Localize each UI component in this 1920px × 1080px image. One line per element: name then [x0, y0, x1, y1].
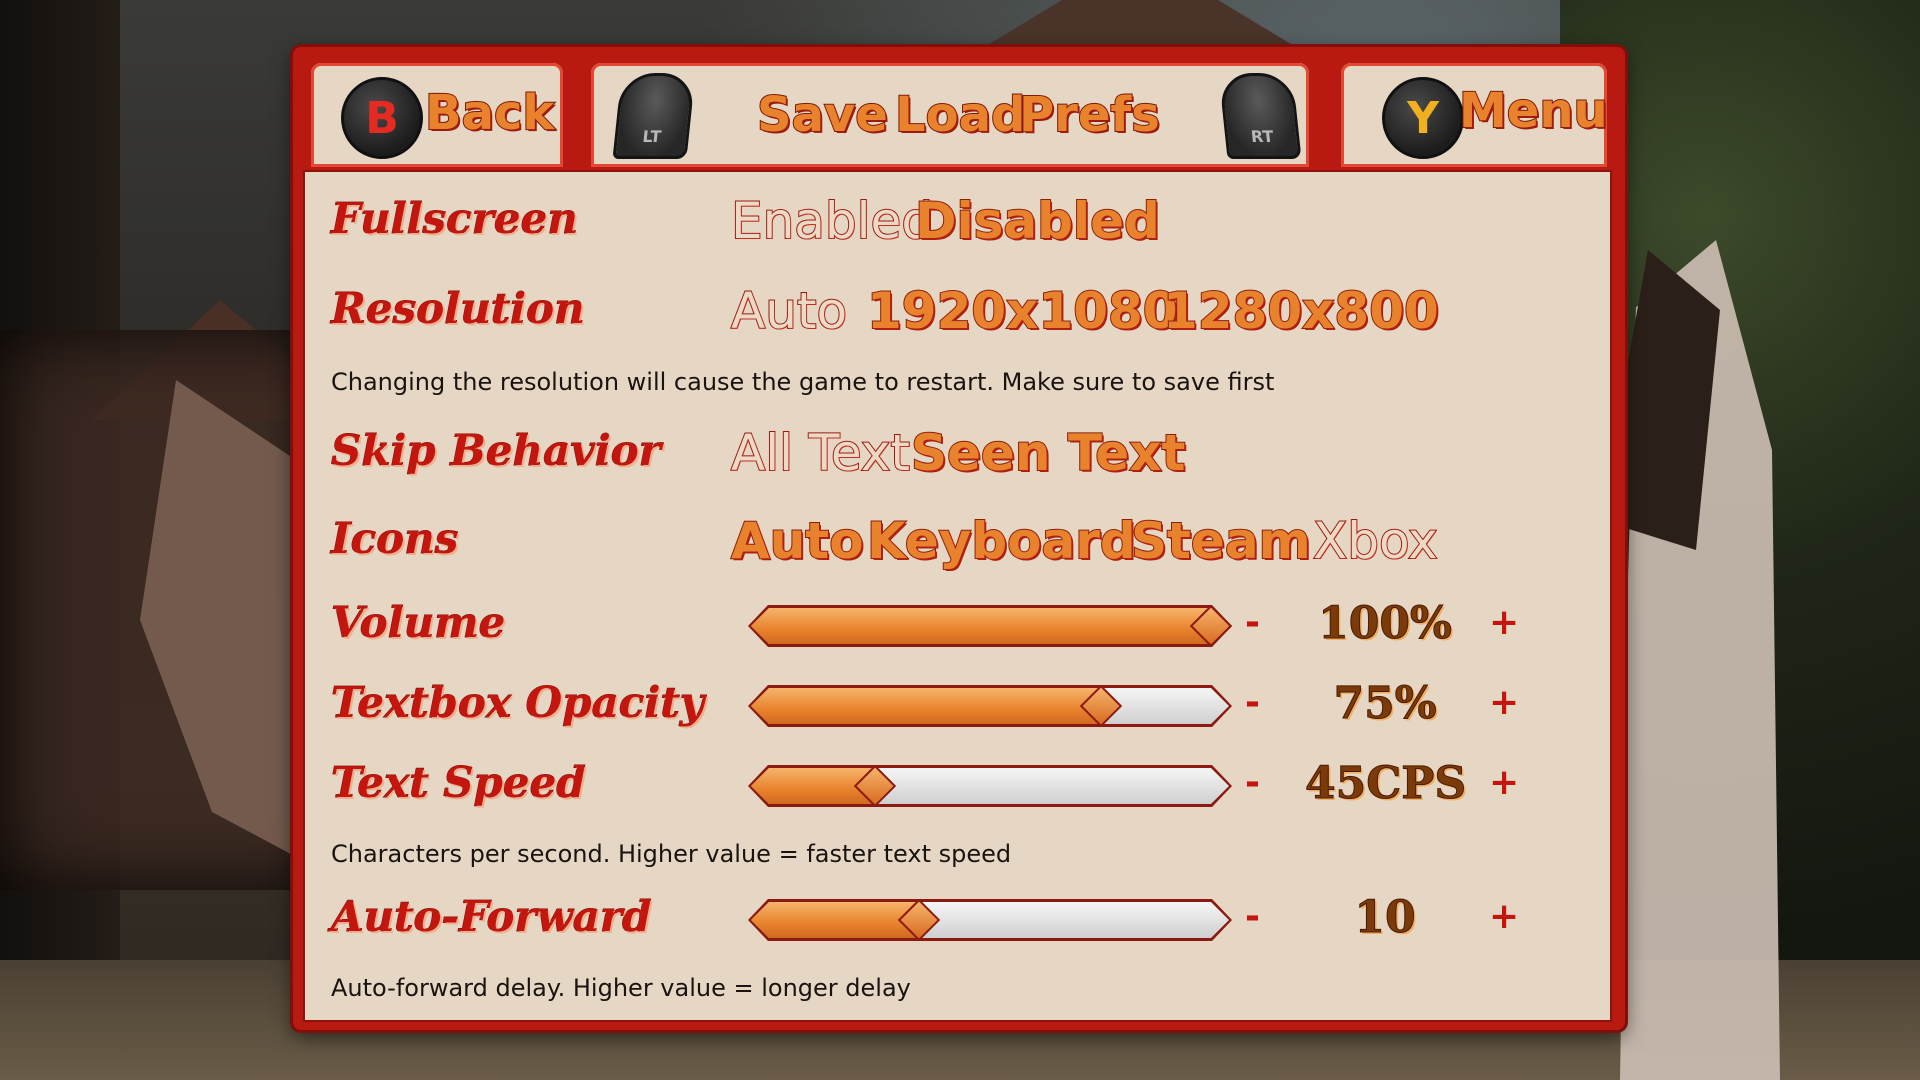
slider-fill	[751, 608, 1211, 644]
auto-forward-hint: Auto-forward delay. Higher value = longe…	[331, 974, 911, 1002]
textbox-opacity-minus-button[interactable]: -	[1245, 682, 1260, 723]
auto-forward-slider[interactable]	[751, 898, 1229, 942]
back-button[interactable]: Back	[424, 84, 555, 142]
top-navigation: B Back LT Save Load Prefs RT Y Menu	[301, 53, 1617, 171]
text-speed-slider[interactable]	[751, 764, 1229, 808]
volume-minus-button[interactable]: -	[1245, 602, 1260, 643]
prefs-tab[interactable]: Prefs	[1018, 86, 1161, 144]
load-tab[interactable]: Load	[894, 86, 1026, 144]
resolution-auto-option[interactable]: Auto	[730, 281, 848, 341]
text-speed-minus-button[interactable]: -	[1245, 762, 1260, 803]
volume-value: 100%	[1318, 598, 1453, 650]
volume-label: Volume	[330, 598, 506, 648]
icons-label: Icons	[330, 514, 459, 564]
fullscreen-disabled-option[interactable]: Disabled	[914, 191, 1161, 251]
resolution-1280x800-option[interactable]: 1280x800	[1162, 281, 1440, 341]
auto-forward-plus-button[interactable]: +	[1489, 896, 1519, 937]
resolution-hint: Changing the resolution will cause the g…	[331, 368, 1275, 396]
b-button-icon[interactable]: B	[341, 77, 423, 159]
textbox-opacity-value: 75%	[1333, 678, 1437, 730]
auto-forward-value: 10	[1354, 892, 1416, 944]
text-speed-value: 45CPS	[1305, 758, 1467, 810]
menu-button[interactable]: Menu	[1458, 82, 1609, 140]
textbox-opacity-slider[interactable]	[751, 684, 1229, 728]
fullscreen-enabled-option[interactable]: Enabled	[730, 191, 934, 251]
icons-steam-option[interactable]: Steam	[1130, 511, 1312, 571]
preferences-content: Fullscreen Enabled Disabled Resolution A…	[303, 170, 1612, 1022]
textbox-opacity-plus-button[interactable]: +	[1489, 682, 1519, 723]
textbox-opacity-label: Textbox Opacity	[330, 678, 705, 728]
icons-xbox-option[interactable]: Xbox	[1312, 511, 1439, 571]
resolution-1920x1080-option[interactable]: 1920x1080	[866, 281, 1179, 341]
text-speed-plus-button[interactable]: +	[1489, 762, 1519, 803]
slider-fill	[751, 688, 1101, 724]
preferences-panel: B Back LT Save Load Prefs RT Y Menu Full…	[293, 47, 1625, 1030]
fullscreen-label: Fullscreen	[331, 194, 579, 244]
auto-forward-minus-button[interactable]: -	[1245, 896, 1260, 937]
slider-fill	[751, 902, 920, 938]
resolution-label: Resolution	[331, 284, 586, 334]
text-speed-label: Text Speed	[331, 758, 587, 808]
volume-slider[interactable]	[751, 604, 1233, 648]
save-tab[interactable]: Save	[756, 86, 889, 144]
volume-plus-button[interactable]: +	[1489, 602, 1519, 643]
icons-auto-option[interactable]: Auto	[730, 511, 865, 571]
skip-seen-text-option[interactable]: Seen Text	[910, 423, 1186, 483]
auto-forward-label: Auto-Forward	[331, 892, 652, 942]
skip-behavior-label: Skip Behavior	[331, 426, 662, 476]
text-speed-hint: Characters per second. Higher value = fa…	[331, 840, 1012, 868]
y-button-icon[interactable]: Y	[1382, 77, 1464, 159]
skip-all-text-option[interactable]: All Text	[730, 423, 911, 483]
icons-keyboard-option[interactable]: Keyboard	[866, 511, 1137, 571]
